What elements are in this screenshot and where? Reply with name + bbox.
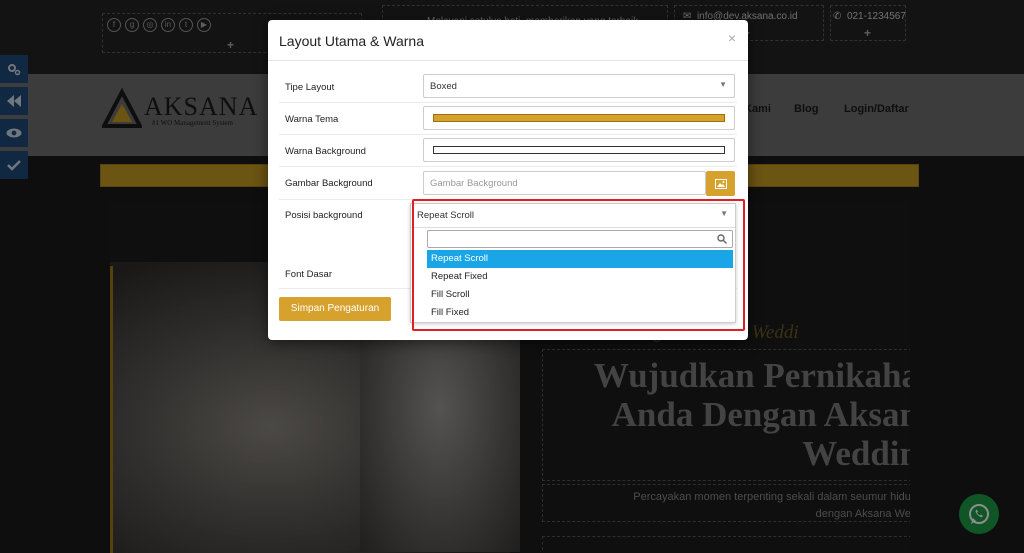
save-settings-button[interactable]: Simpan Pengaturan xyxy=(279,297,391,321)
bg-color-swatch xyxy=(433,146,725,154)
close-icon[interactable]: × xyxy=(728,30,736,46)
theme-color-picker[interactable] xyxy=(423,106,735,130)
bg-image-label: Gambar Background xyxy=(285,178,373,189)
row-divider xyxy=(279,166,737,167)
bg-image-input[interactable]: Gambar Background xyxy=(423,171,706,195)
image-icon xyxy=(714,178,727,189)
bg-color-picker[interactable] xyxy=(423,138,735,162)
image-picker-button[interactable] xyxy=(706,171,735,196)
row-divider xyxy=(279,102,737,103)
bg-position-label: Posisi background xyxy=(285,210,363,221)
chevron-down-icon: ▼ xyxy=(719,80,727,89)
modal-title: Layout Utama & Warna xyxy=(279,33,424,49)
bg-color-label: Warna Background xyxy=(285,146,366,157)
layout-type-value: Boxed xyxy=(430,81,457,92)
layout-type-select[interactable]: Boxed ▼ xyxy=(423,74,735,98)
bg-image-placeholder: Gambar Background xyxy=(430,178,518,189)
theme-color-label: Warna Tema xyxy=(285,114,339,125)
row-divider xyxy=(279,134,737,135)
theme-color-swatch xyxy=(433,114,725,122)
modal-divider xyxy=(268,60,748,61)
font-label: Font Dasar xyxy=(285,269,332,280)
layout-type-label: Tipe Layout xyxy=(285,82,335,93)
annotation-highlight-box xyxy=(412,199,745,331)
